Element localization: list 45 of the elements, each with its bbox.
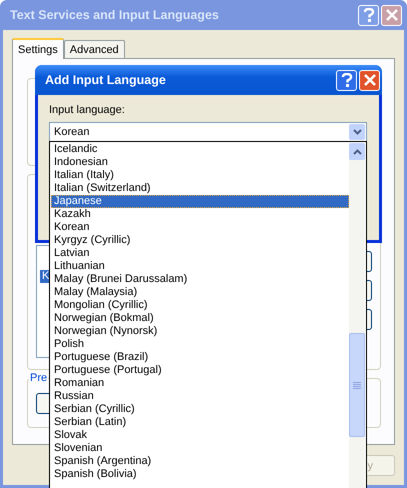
close-button[interactable]: [381, 4, 402, 26]
window-title: Text Services and Input Languages: [10, 8, 220, 22]
question-mark-icon: [362, 8, 374, 22]
list-option[interactable]: Kazakh: [51, 208, 349, 221]
list-option[interactable]: Kyrgyz (Cyrillic): [51, 234, 349, 247]
help-button[interactable]: [358, 4, 379, 26]
list-option[interactable]: Mongolian (Cyrillic): [51, 299, 349, 312]
scroll-thumb[interactable]: [349, 333, 365, 437]
list-option[interactable]: Malay (Malaysia): [51, 286, 349, 299]
list-option[interactable]: Serbian (Cyrillic): [51, 403, 349, 416]
close-icon: [386, 9, 398, 21]
close-button[interactable]: [359, 70, 380, 90]
close-icon: [364, 74, 376, 86]
scroll-up-button[interactable]: [349, 143, 365, 160]
list-option[interactable]: Malay (Brunei Darussalam): [51, 273, 349, 286]
list-option[interactable]: Spanish (Argentina): [51, 455, 349, 468]
list-option[interactable]: Portuguese (Brazil): [51, 351, 349, 364]
list-option[interactable]: Polish: [51, 338, 349, 351]
dialog-title: Add Input Language: [45, 73, 167, 87]
list-option[interactable]: Norwegian (Nynorsk): [51, 325, 349, 338]
question-mark-icon: [340, 73, 352, 87]
list-option[interactable]: Russian: [51, 390, 349, 403]
field-label: Input language:: [49, 104, 125, 117]
list-option[interactable]: Slovak: [51, 429, 349, 442]
list-option[interactable]: Korean: [51, 221, 349, 234]
caret-up-icon: [352, 148, 362, 154]
language-dropdown[interactable]: Korean: [49, 122, 367, 142]
list-option[interactable]: Slovenian: [51, 442, 349, 455]
tab[interactable]: Settings: [12, 38, 64, 59]
list-option[interactable]: Indonesian: [51, 156, 349, 169]
list-option[interactable]: Spanish (Bolivia): [51, 468, 349, 481]
list-option[interactable]: Serbian (Latin): [51, 416, 349, 429]
list-option[interactable]: Norwegian (Bokmal): [51, 312, 349, 325]
help-button[interactable]: [336, 70, 357, 90]
list-option[interactable]: Portuguese (Portugal): [51, 364, 349, 377]
tab[interactable]: Advanced: [64, 40, 125, 58]
list-option[interactable]: Lithuanian: [51, 260, 349, 273]
list-option[interactable]: Italian (Switzerland): [51, 182, 349, 195]
list-option[interactable]: Japanese: [51, 195, 349, 208]
scrollbar[interactable]: [349, 143, 365, 488]
grip-icon: [353, 382, 361, 388]
list-option[interactable]: Latvian: [51, 247, 349, 260]
list-option[interactable]: Romanian: [51, 377, 349, 390]
list-option[interactable]: Icelandic: [51, 143, 349, 156]
list-option[interactable]: Italian (Italy): [51, 169, 349, 182]
